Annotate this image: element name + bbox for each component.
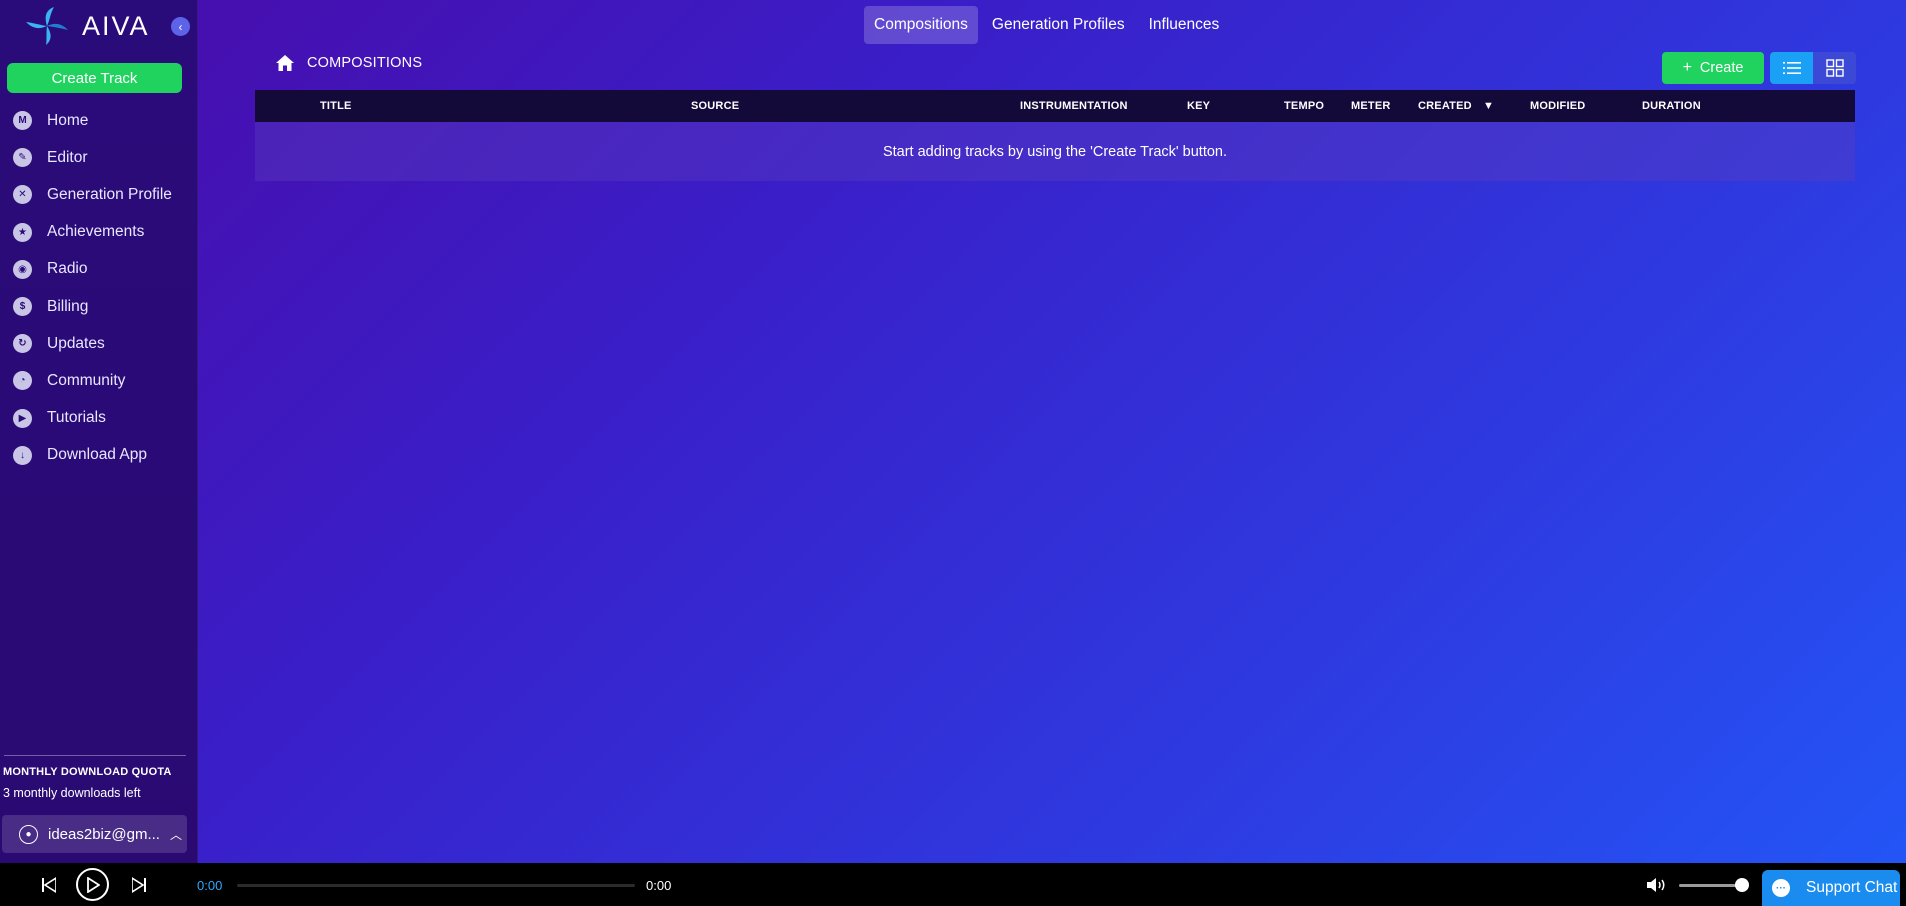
create-track-button[interactable]: Create Track (7, 63, 182, 93)
sidebar-nav: M Home ✎ Editor ✕ Generation Profile ★ A… (0, 102, 197, 474)
table-empty-state: Start adding tracks by using the 'Create… (255, 122, 1855, 181)
page-title: COMPOSITIONS (307, 55, 423, 71)
list-icon (1782, 62, 1801, 74)
sidebar-item-generation-profile[interactable]: ✕ Generation Profile (0, 176, 197, 213)
breadcrumb: COMPOSITIONS (275, 54, 422, 72)
quota-divider (4, 755, 186, 756)
home-icon[interactable] (275, 54, 295, 72)
column-header-instrumentation[interactable]: INSTRUMENTATION (1020, 100, 1128, 112)
sidebar-item-download-app[interactable]: ↓ Download App (0, 437, 197, 474)
audio-player: 0:00 0:00 (0, 863, 1906, 906)
column-header-title[interactable]: TITLE (320, 100, 352, 112)
column-header-key[interactable]: KEY (1187, 100, 1210, 112)
total-time: 0:00 (646, 878, 672, 893)
user-email: ideas2biz@gm... (48, 825, 160, 843)
grid-view-button[interactable] (1813, 52, 1856, 84)
crossed-tools-icon: ✕ (13, 185, 32, 205)
medal-icon: ★ (13, 222, 32, 242)
sidebar: AIVA ‹ Create Track M Home ✎ Editor ✕ Ge… (0, 0, 198, 863)
volume-slider[interactable] (1679, 884, 1741, 887)
play-icon: ▶ (13, 408, 32, 428)
play-icon (86, 876, 100, 893)
sidebar-item-label: Updates (47, 334, 105, 352)
column-header-tempo[interactable]: TEMPO (1284, 100, 1324, 112)
chevron-left-icon: ‹ (178, 19, 183, 34)
sidebar-item-billing[interactable]: $ Billing (0, 288, 197, 325)
skip-previous-icon[interactable] (42, 877, 56, 893)
collapse-sidebar-button[interactable]: ‹ (171, 17, 190, 36)
current-time: 0:00 (197, 878, 223, 893)
tab-influences[interactable]: Influences (1139, 6, 1230, 44)
progress-bar[interactable] (237, 884, 635, 887)
column-header-duration[interactable]: DURATION (1642, 100, 1701, 112)
tab-generation-profiles[interactable]: Generation Profiles (982, 6, 1135, 44)
sidebar-item-label: Tutorials (47, 409, 106, 427)
sidebar-item-home[interactable]: M Home (0, 102, 197, 139)
column-header-modified[interactable]: MODIFIED (1530, 100, 1585, 112)
pencil-icon: ✎ (13, 148, 32, 168)
skip-next-icon[interactable] (132, 877, 146, 893)
view-toggle (1770, 52, 1856, 84)
radio-icon: ◉ (13, 259, 32, 279)
grid-icon (1825, 59, 1844, 77)
table-header: TITLE SOURCE INSTRUMENTATION KEY TEMPO M… (255, 90, 1855, 122)
quota-title: MONTHLY DOWNLOAD QUOTA (3, 766, 172, 778)
chat-bubble-icon: ··· (1772, 879, 1790, 897)
list-view-button[interactable] (1770, 52, 1813, 84)
top-tabs: Compositions Generation Profiles Influen… (864, 6, 1229, 44)
support-chat-label: Support Chat (1806, 879, 1898, 896)
download-icon: ↓ (13, 445, 32, 465)
sidebar-item-label: Editor (47, 148, 88, 166)
empty-message: Start adding tracks by using the 'Create… (882, 143, 1228, 160)
app-name: AIVA (82, 10, 150, 41)
user-avatar-icon: ● (19, 824, 38, 844)
sidebar-item-tutorials[interactable]: ▶ Tutorials (0, 400, 197, 437)
sidebar-item-label: Community (47, 371, 126, 389)
chevron-up-icon: ︿ (169, 827, 182, 842)
sidebar-item-editor[interactable]: ✎ Editor (0, 139, 197, 176)
column-header-meter[interactable]: METER (1351, 100, 1391, 112)
logo[interactable]: AIVA (24, 6, 150, 46)
dollar-icon: $ (13, 297, 32, 317)
aiva-logo-icon (26, 7, 68, 45)
home-icon: M (13, 111, 32, 131)
create-button[interactable]: + Create (1662, 52, 1764, 84)
support-chat-button[interactable]: ··· Support Chat (1762, 870, 1900, 906)
play-button[interactable] (76, 868, 109, 901)
sidebar-item-achievements[interactable]: ★ Achievements (0, 214, 197, 251)
sidebar-item-label: Generation Profile (47, 185, 172, 203)
sidebar-item-label: Radio (47, 260, 88, 278)
refresh-icon: ↻ (13, 334, 32, 354)
quota-text: 3 monthly downloads left (3, 786, 141, 800)
volume-slider-handle[interactable] (1735, 878, 1749, 892)
volume-icon[interactable] (1646, 876, 1668, 894)
sidebar-item-updates[interactable]: ↻ Updates (0, 325, 197, 362)
sidebar-item-label: Billing (47, 297, 89, 315)
discord-icon: ◔ (13, 371, 32, 391)
sidebar-item-label: Download App (47, 446, 147, 464)
column-header-created[interactable]: CREATED ▼ (1418, 100, 1494, 112)
tab-compositions[interactable]: Compositions (864, 6, 978, 44)
create-button-label: Create (1699, 60, 1744, 76)
sidebar-item-community[interactable]: ◔ Community (0, 362, 197, 399)
column-header-label: CREATED (1418, 100, 1472, 112)
plus-icon: + (1682, 59, 1692, 76)
sidebar-item-label: Achievements (47, 223, 145, 241)
sidebar-item-radio[interactable]: ◉ Radio (0, 251, 197, 288)
user-menu-button[interactable]: ● ideas2biz@gm... ︿ (2, 815, 187, 853)
sidebar-item-label: Home (47, 111, 89, 129)
column-header-source[interactable]: SOURCE (691, 100, 739, 112)
sort-desc-icon: ▼ (1483, 100, 1495, 112)
